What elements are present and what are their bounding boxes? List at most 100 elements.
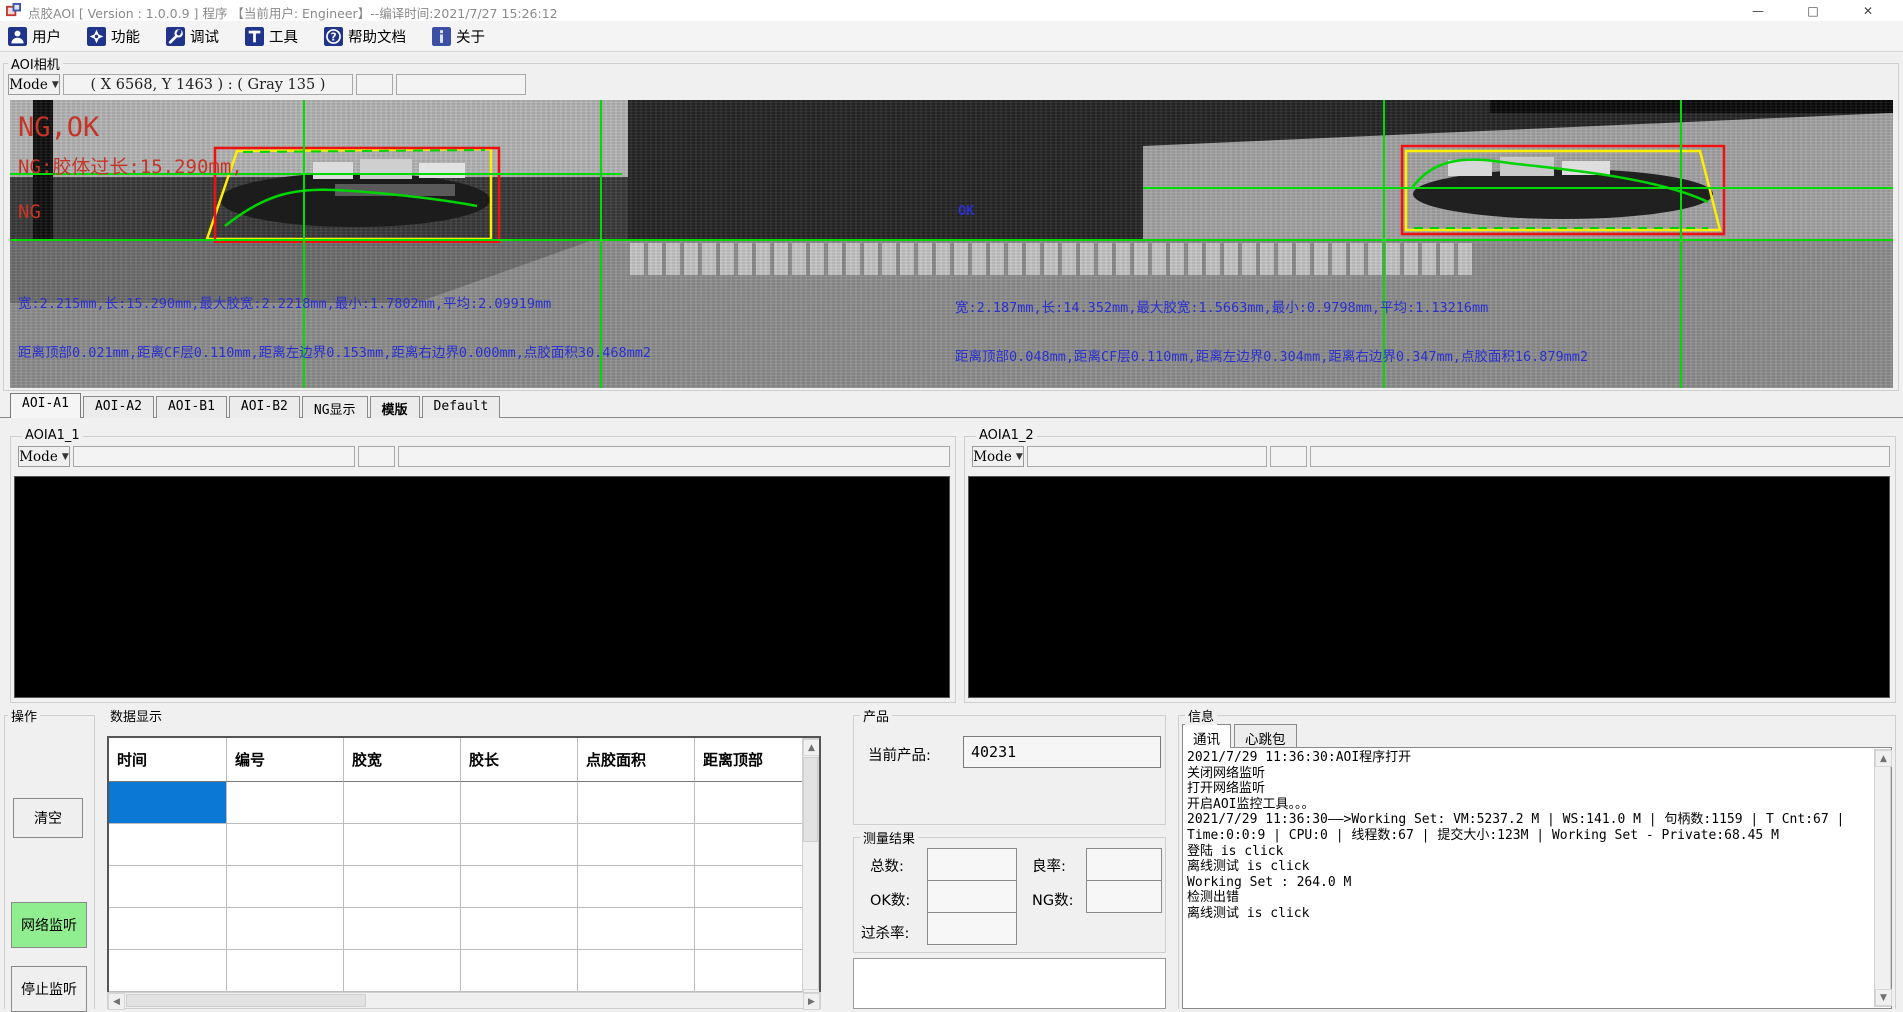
scroll-up-icon[interactable]: ▲ <box>803 739 820 756</box>
panel2-field-2[interactable] <box>1270 446 1307 467</box>
table-cell[interactable] <box>227 950 344 992</box>
total-field[interactable] <box>927 848 1017 881</box>
panel2-field-1[interactable] <box>1027 446 1267 467</box>
table-cell[interactable] <box>227 824 344 866</box>
table-cell[interactable] <box>695 824 803 866</box>
toolbar-function-button[interactable]: 功能 <box>87 26 140 47</box>
table-cell[interactable] <box>109 908 227 950</box>
ok-count-field[interactable] <box>927 880 1017 913</box>
panel2-image-area[interactable] <box>968 476 1890 698</box>
selected-cell[interactable] <box>109 782 227 824</box>
col-distance-top[interactable]: 距离顶部 <box>695 738 803 782</box>
table-cell[interactable] <box>109 950 227 992</box>
camera-mode-dropdown[interactable]: Mode▼ <box>8 74 60 95</box>
table-vscroll-thumb[interactable] <box>803 757 818 842</box>
panel2-field-3[interactable] <box>1310 446 1890 467</box>
table-cell[interactable] <box>461 866 578 908</box>
table-cell[interactable] <box>578 950 695 992</box>
ng-count-field[interactable] <box>1086 880 1162 913</box>
panel1-image-area[interactable] <box>14 476 950 698</box>
col-glue-area[interactable]: 点胶面积 <box>578 738 695 782</box>
scroll-right-icon[interactable]: ▶ <box>803 993 820 1010</box>
panel1-field-2[interactable] <box>358 446 395 467</box>
overkill-field[interactable] <box>927 912 1017 945</box>
camera-field-small[interactable] <box>356 74 393 95</box>
tab-default[interactable]: Default <box>422 396 501 418</box>
current-product-field[interactable]: 40231 <box>963 736 1161 768</box>
scroll-left-icon[interactable]: ◀ <box>108 993 125 1010</box>
table-cell[interactable] <box>461 908 578 950</box>
yield-field[interactable] <box>1086 848 1162 881</box>
table-cell[interactable] <box>461 950 578 992</box>
about-icon <box>432 27 451 46</box>
tab-heartbeat[interactable]: 心跳包 <box>1234 724 1297 748</box>
table-cell[interactable] <box>344 908 461 950</box>
table-cell[interactable] <box>695 782 803 824</box>
maximize-button[interactable]: □ <box>1790 0 1836 21</box>
table-cell[interactable] <box>578 908 695 950</box>
product-group-label: 产品 <box>860 706 892 725</box>
toolbar-about-button[interactable]: 关于 <box>432 26 485 47</box>
table-cell[interactable] <box>109 824 227 866</box>
communication-log[interactable]: 2021/7/29 11:36:30:AOI程序打开 关闭网络监听 打开网络监听… <box>1182 747 1892 1009</box>
log-line: 关闭网络监听 <box>1187 766 1871 782</box>
col-id[interactable]: 编号 <box>227 738 344 782</box>
table-cell[interactable] <box>109 866 227 908</box>
log-line: 开启AOI监控工具。。。 <box>1187 797 1871 813</box>
scroll-up-icon[interactable]: ▲ <box>1875 750 1892 767</box>
tab-template[interactable]: 模版 <box>370 396 420 418</box>
col-glue-length[interactable]: 胶长 <box>461 738 578 782</box>
table-cell[interactable] <box>227 866 344 908</box>
tab-communication[interactable]: 通讯 <box>1182 724 1231 748</box>
col-glue-width[interactable]: 胶宽 <box>344 738 461 782</box>
toolbar-help-button[interactable]: ? 帮助文档 <box>324 26 406 47</box>
right-detection-box <box>1388 144 1728 236</box>
table-cell[interactable] <box>227 908 344 950</box>
tab-aoi-b2[interactable]: AOI-B2 <box>229 396 300 418</box>
table-cell[interactable] <box>344 950 461 992</box>
stop-listen-button[interactable]: 停止监听 <box>11 966 87 1012</box>
minimize-button[interactable]: — <box>1735 0 1781 21</box>
table-cell[interactable] <box>578 824 695 866</box>
table-cell[interactable] <box>695 950 803 992</box>
toolbar-function-label: 功能 <box>111 26 140 47</box>
table-vscrollbar[interactable]: ▲ ▼ <box>802 738 819 1007</box>
close-button[interactable]: ✕ <box>1845 0 1891 21</box>
panel1-field-3[interactable] <box>398 446 950 467</box>
table-hscroll-thumb[interactable] <box>126 994 366 1007</box>
camera-coords-field[interactable]: ( X 6568, Y 1463 ) : ( Gray 135 ) <box>63 74 353 95</box>
panel1-field-1[interactable] <box>73 446 355 467</box>
table-cell[interactable] <box>344 824 461 866</box>
tab-aoi-a1[interactable]: AOI-A1 <box>10 393 81 418</box>
panel2-mode-dropdown[interactable]: Mode▼ <box>972 446 1024 467</box>
table-cell[interactable] <box>344 866 461 908</box>
table-hscrollbar[interactable]: ◀ ▶ <box>107 992 821 1009</box>
operations-groupbox <box>4 715 95 1009</box>
scroll-down-icon[interactable]: ▼ <box>1875 989 1892 1006</box>
toolbar-about-label: 关于 <box>456 26 485 47</box>
log-vscrollbar[interactable]: ▲ ▼ <box>1874 749 1891 1007</box>
toolbar-tools-button[interactable]: 工具 <box>245 26 298 47</box>
table-cell[interactable] <box>227 782 344 824</box>
toolbar-debug-button[interactable]: 调试 <box>166 26 219 47</box>
network-listen-button[interactable]: 网络监听 <box>11 902 87 948</box>
tab-aoi-a2[interactable]: AOI-A2 <box>83 396 154 418</box>
table-cell[interactable] <box>344 782 461 824</box>
table-cell[interactable] <box>461 824 578 866</box>
table-cell[interactable] <box>695 908 803 950</box>
panel1-mode-dropdown[interactable]: Mode▼ <box>18 446 70 467</box>
camera-field-wide[interactable] <box>396 74 526 95</box>
svg-text:?: ? <box>330 31 336 43</box>
col-time[interactable]: 时间 <box>109 738 227 782</box>
tab-aoi-b1[interactable]: AOI-B1 <box>156 396 227 418</box>
camera-image-viewport[interactable]: NG,OK NG:胶体过长:15.290mm, NG OK 宽:2.215mm,… <box>10 100 1893 388</box>
tab-ng-display[interactable]: NG显示 <box>302 396 368 418</box>
clear-button[interactable]: 清空 <box>13 798 83 838</box>
table-cell[interactable] <box>578 782 695 824</box>
toolbar-user-button[interactable]: 用户 <box>8 26 61 47</box>
table-cell[interactable] <box>461 782 578 824</box>
table-cell[interactable] <box>578 866 695 908</box>
table-header-row: 时间 编号 胶宽 胶长 点胶面积 距离顶部 <box>109 738 819 782</box>
table-cell[interactable] <box>695 866 803 908</box>
tool-t-icon <box>245 27 264 46</box>
